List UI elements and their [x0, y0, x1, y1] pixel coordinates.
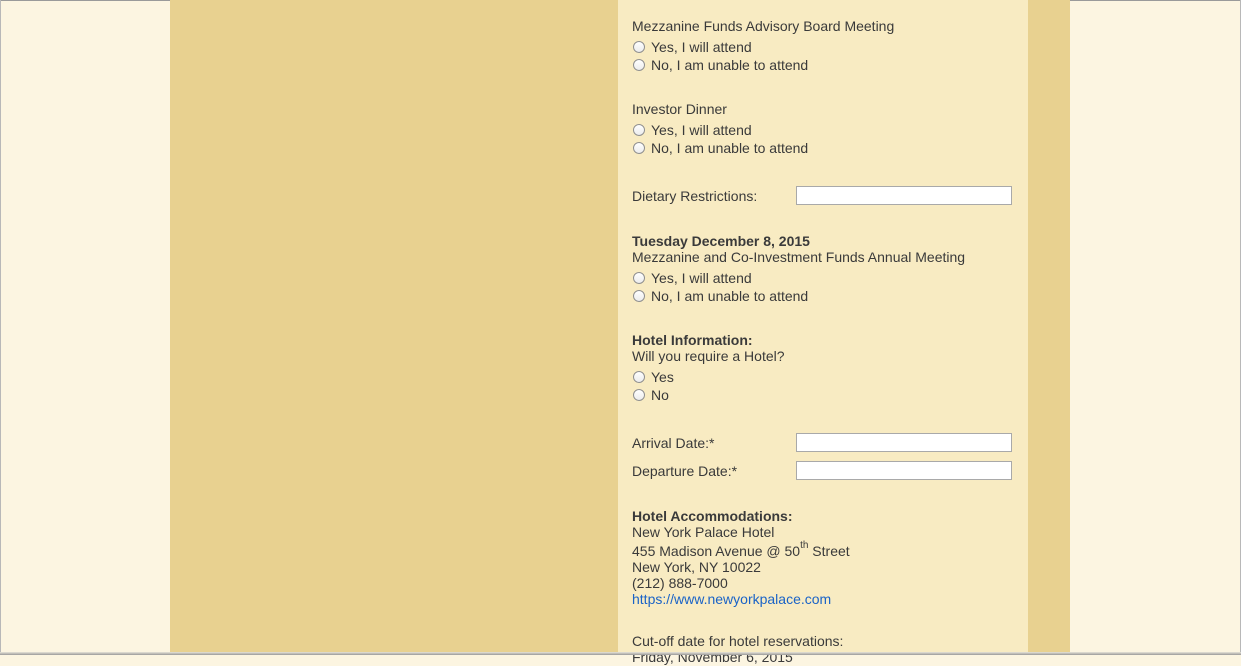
mezzanine-board-yes-label: Yes, I will attend [651, 39, 752, 55]
annual-meeting-yes-label: Yes, I will attend [651, 270, 752, 286]
window-left-border [0, 0, 1, 655]
hotel-required-question: Will you require a Hotel? [632, 348, 785, 364]
dietary-restrictions-label: Dietary Restrictions: [632, 188, 758, 204]
investor-dinner-yes-label: Yes, I will attend [651, 122, 752, 138]
hotel-yes-option[interactable]: Yes [632, 368, 674, 386]
annual-meeting-yes-option[interactable]: Yes, I will attend [632, 269, 752, 287]
arrival-date-label: Arrival Date:* [632, 435, 715, 451]
hotel-address-suffix: Street [808, 543, 850, 559]
hotel-yes-label: Yes [651, 369, 674, 385]
hotel-yes-radio[interactable] [633, 371, 645, 383]
arrival-date-input[interactable] [796, 433, 1012, 452]
investor-dinner-yes-option[interactable]: Yes, I will attend [632, 121, 752, 139]
departure-date-input[interactable] [796, 461, 1012, 480]
mezzanine-board-no-radio[interactable] [633, 59, 645, 71]
mezzanine-board-no-option[interactable]: No, I am unable to attend [632, 56, 808, 74]
cutoff-date: Friday, November 6, 2015 [632, 649, 793, 665]
investor-dinner-no-label: No, I am unable to attend [651, 140, 809, 156]
annual-meeting-yes-radio[interactable] [633, 272, 645, 284]
hotel-no-radio[interactable] [633, 389, 645, 401]
annual-meeting-title: Mezzanine and Co-Investment Funds Annual… [632, 249, 966, 265]
dietary-restrictions-input[interactable] [796, 186, 1012, 205]
investor-dinner-no-radio[interactable] [633, 142, 645, 154]
mezzanine-board-yes-option[interactable]: Yes, I will attend [632, 38, 752, 56]
hotel-website-link[interactable]: https://www.newyorkpalace.com [632, 590, 831, 608]
annual-meeting-no-label: No, I am unable to attend [651, 288, 809, 304]
hotel-address-ordinal: th [800, 540, 809, 552]
annual-meeting-no-radio[interactable] [633, 290, 645, 302]
mezzanine-board-no-label: No, I am unable to attend [651, 57, 809, 73]
hotel-name: New York Palace Hotel [632, 524, 775, 540]
hotel-no-option[interactable]: No [632, 386, 669, 404]
annual-meeting-no-option[interactable]: No, I am unable to attend [632, 287, 808, 305]
departure-date-label: Departure Date:* [632, 463, 738, 479]
investor-dinner-title: Investor Dinner [632, 101, 727, 117]
investor-dinner-yes-radio[interactable] [633, 124, 645, 136]
mezzanine-board-yes-radio[interactable] [633, 41, 645, 53]
hotel-no-label: No [651, 387, 669, 403]
hotel-address-prefix: 455 Madison Avenue @ 50 [632, 543, 801, 559]
mezzanine-board-title: Mezzanine Funds Advisory Board Meeting [632, 18, 895, 34]
investor-dinner-no-option[interactable]: No, I am unable to attend [632, 139, 808, 157]
